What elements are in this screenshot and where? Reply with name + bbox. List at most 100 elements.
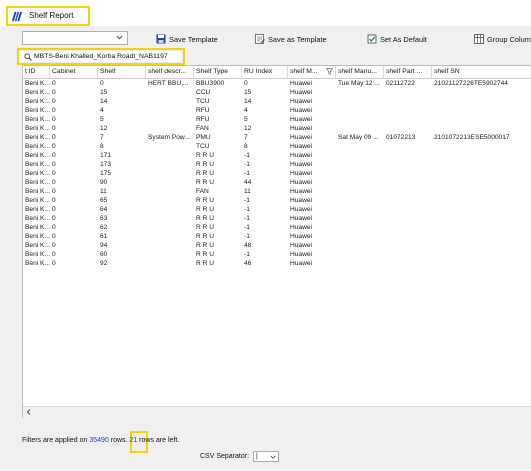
table-cell: Huawei (290, 143, 312, 150)
table-cell (432, 259, 531, 268)
table-cell: 61 (100, 233, 108, 240)
table-cell (336, 259, 384, 268)
table-cell (146, 115, 194, 124)
table-cell (384, 259, 432, 268)
table-cell (432, 115, 531, 124)
table-cell: Beni K... (25, 215, 50, 222)
column-header[interactable]: shelf Part ... (384, 66, 432, 78)
table-cell (336, 142, 384, 151)
column-header[interactable]: shelf Manu... (336, 66, 384, 78)
table-row[interactable]: Beni K... 0 5 RFU 5 Huawei (23, 115, 531, 124)
table-cell: Huawei (290, 89, 312, 96)
table-cell: 7 (100, 134, 104, 141)
table-cell: Beni K... (25, 197, 50, 204)
group-columns-button[interactable]: Group Column (474, 34, 531, 44)
table-cell (146, 142, 194, 151)
table-row[interactable]: Beni K... 0 64 R R U -1 Huawei (23, 205, 531, 214)
table-header-row: t ID Cabinet Shelf shelf descr... Shelf Type… (23, 66, 531, 79)
table-row[interactable]: Beni K... 0 94 R R U 48 Huawei (23, 241, 531, 250)
table-cell: Beni K... (25, 89, 50, 96)
table-cell (336, 97, 384, 106)
table-cell: 173 (100, 161, 112, 168)
table-row[interactable]: Beni K... 0 11 FAN 11 Huawei (23, 187, 531, 196)
group-columns-label: Group Column (487, 34, 531, 44)
save-template-label: Save Template (169, 34, 218, 44)
table-cell (384, 223, 432, 232)
table-cell (384, 160, 432, 169)
table-cell (146, 223, 194, 232)
table-row[interactable]: Beni K... 0 63 R R U -1 Huawei (23, 214, 531, 223)
table-cell: 02112722 (386, 80, 415, 87)
column-header[interactable]: shelf descr... (146, 66, 194, 78)
table-cell: FAN (196, 188, 209, 195)
column-header[interactable]: t ID (23, 66, 50, 78)
table-cell: 0 (52, 233, 56, 240)
table-row[interactable]: Beni K... 0 8 TCU 8 Huawei (23, 142, 531, 151)
table-cell: R R U (196, 197, 214, 204)
table-cell: 0 (52, 161, 56, 168)
search-field[interactable] (21, 51, 181, 62)
column-header[interactable]: Cabinet (50, 66, 98, 78)
table-row[interactable]: Beni K... 0 61 R R U -1 Huawei (23, 232, 531, 241)
table-cell (336, 196, 384, 205)
chevron-down-icon (270, 455, 276, 459)
table-cell (384, 142, 432, 151)
table-row[interactable]: Beni K... 0 0 HERT BBU,... BBU3900 0 Huawei Tue… (23, 79, 531, 88)
table-cell: Beni K... (25, 116, 50, 123)
table-cell: Huawei (290, 179, 312, 186)
table-cell (146, 214, 194, 223)
table-cell (146, 106, 194, 115)
table-cell (336, 232, 384, 241)
table-cell: Huawei (290, 161, 312, 168)
table-row[interactable]: Beni K... 0 171 R R U -1 Huawei (23, 151, 531, 160)
table-row[interactable]: Beni K... 0 12 FAN 12 Huawei (23, 124, 531, 133)
table-row[interactable]: Beni K... 0 62 R R U -1 Huawei (23, 223, 531, 232)
table-row[interactable]: Beni K... 0 90 R R U 44 Huawei (23, 178, 531, 187)
table-cell: -1 (244, 170, 250, 177)
scroll-left-arrow-icon[interactable] (25, 408, 33, 416)
table-cell (146, 124, 194, 133)
column-header[interactable]: Shelf (98, 66, 146, 78)
table-row[interactable]: Beni K... 0 15 CCU 15 Huawei (23, 88, 531, 97)
table-cell (384, 97, 432, 106)
table-cell (384, 115, 432, 124)
table-cell (336, 124, 384, 133)
table-cell: 0 (52, 215, 56, 222)
search-input[interactable] (34, 53, 174, 60)
table-cell: Sat May 09 ... (338, 134, 379, 141)
table-row[interactable]: Beni K... 0 7 System Pow... PMU 7 Huawei Sat Ma… (23, 133, 531, 142)
save-template-button[interactable]: Save Template (156, 34, 218, 44)
horizontal-scrollbar[interactable] (23, 406, 531, 418)
table-row[interactable]: Beni K... 0 175 R R U -1 Huawei (23, 169, 531, 178)
table-cell: Huawei (290, 134, 312, 141)
table-row[interactable]: Beni K... 0 65 R R U -1 Huawei (23, 196, 531, 205)
save-template-icon (156, 34, 166, 44)
table-cell (146, 232, 194, 241)
save-as-template-button[interactable]: Save as Template (255, 34, 327, 44)
template-select[interactable] (22, 31, 128, 45)
table-cell: 0 (52, 251, 56, 258)
toolbar: Save Template Save as Template Set As De… (22, 30, 531, 49)
table-cell: 0 (52, 170, 56, 177)
table-cell: 90 (100, 179, 108, 186)
table-cell (384, 196, 432, 205)
table-row[interactable]: Beni K... 0 4 RFU 4 Huawei (23, 106, 531, 115)
table-cell: 5 (100, 116, 104, 123)
table-cell: Beni K... (25, 161, 50, 168)
table-cell: Huawei (290, 260, 312, 267)
set-as-default-button[interactable]: Set As Default (367, 34, 427, 44)
table-row[interactable]: Beni K... 0 92 R R U 46 Huawei (23, 259, 531, 268)
filter-icon[interactable] (326, 68, 333, 75)
table-cell: -1 (244, 233, 250, 240)
table-cell (146, 250, 194, 259)
table-row[interactable]: Beni K... 0 14 TCU 14 Huawei (23, 97, 531, 106)
table-cell: R R U (196, 224, 214, 231)
column-header[interactable]: RU Index (242, 66, 288, 78)
column-header[interactable]: Shelf Type (194, 66, 242, 78)
table-row[interactable]: Beni K... 0 173 R R U -1 Huawei (23, 160, 531, 169)
csv-separator-select[interactable]: | (253, 451, 280, 462)
table-cell: 11 (100, 188, 107, 195)
table-cell: Huawei (290, 224, 312, 231)
column-header[interactable]: shelf SN (432, 66, 531, 78)
table-row[interactable]: Beni K... 0 60 R R U -1 Huawei (23, 250, 531, 259)
